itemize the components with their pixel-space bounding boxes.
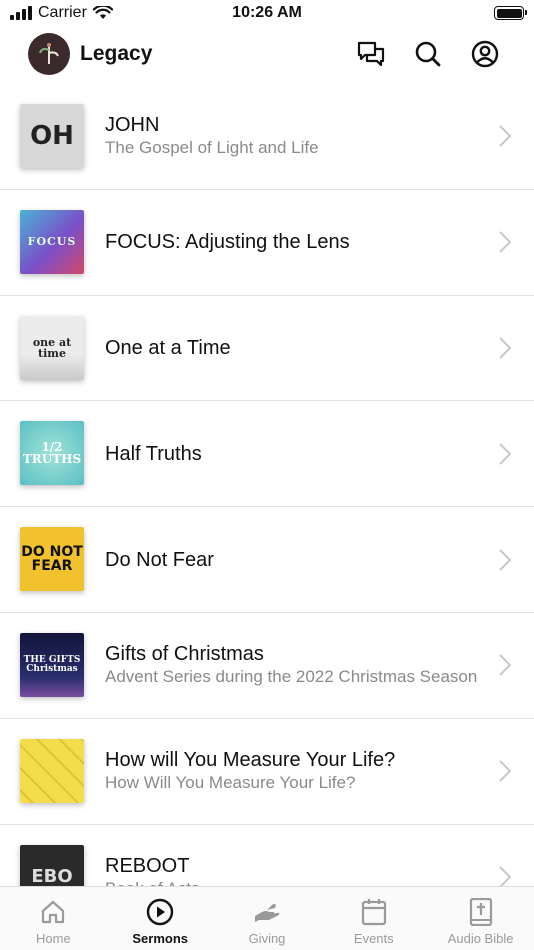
sermon-thumbnail: FOCUS bbox=[20, 209, 84, 274]
calendar-icon bbox=[359, 897, 389, 927]
sermon-title: One at a Time bbox=[105, 336, 231, 359]
app-header: Legacy bbox=[0, 28, 534, 84]
thumbnail-text: one at time bbox=[32, 335, 72, 360]
sermon-row-measure-your-life[interactable]: How will You Measure Your Life? How Will… bbox=[0, 719, 534, 825]
tab-label: Giving bbox=[248, 931, 286, 946]
battery-icon bbox=[494, 6, 527, 20]
thumbnail-text: OH bbox=[30, 121, 74, 151]
play-circle-icon bbox=[145, 897, 175, 927]
sermon-thumbnail: THE GIFTS Christmas bbox=[20, 632, 84, 697]
search-icon[interactable] bbox=[412, 38, 444, 70]
sermon-title: Do Not Fear bbox=[105, 548, 214, 571]
sermon-thumbnail bbox=[20, 738, 84, 803]
sermon-thumbnail: EBO bbox=[20, 844, 84, 886]
chat-icon[interactable] bbox=[355, 38, 387, 70]
sermon-subtitle: Advent Series during the 2022 Christmas … bbox=[105, 667, 478, 687]
sermon-subtitle: How Will You Measure Your Life? bbox=[105, 773, 356, 793]
sermon-thumbnail: OH bbox=[20, 104, 84, 168]
logo-icon bbox=[39, 43, 59, 64]
tab-label: Audio Bible bbox=[447, 931, 514, 946]
tab-events[interactable]: Events bbox=[320, 887, 427, 950]
tab-sermons[interactable]: Sermons bbox=[107, 887, 214, 950]
thumbnail-text: 1/2 TRUTHS bbox=[22, 440, 82, 467]
thumbnail-text: DO NOT FEAR bbox=[21, 544, 83, 575]
sermon-row-john[interactable]: OH JOHN The Gospel of Light and Life bbox=[0, 84, 534, 190]
sermon-title: JOHN bbox=[105, 114, 160, 137]
tab-label: Sermons bbox=[132, 931, 189, 946]
sermon-row-focus[interactable]: FOCUS FOCUS: Adjusting the Lens bbox=[0, 190, 534, 296]
tab-label: Home bbox=[36, 931, 71, 946]
sermon-thumbnail: 1/2 TRUTHS bbox=[20, 421, 84, 486]
home-icon bbox=[38, 897, 68, 927]
chevron-right-icon bbox=[499, 866, 512, 886]
status-time: 10:26 AM bbox=[232, 4, 302, 21]
thumbnail-text: THE GIFTS Christmas bbox=[23, 654, 81, 674]
sermon-title: FOCUS: Adjusting the Lens bbox=[105, 231, 350, 254]
sermon-title: REBOOT bbox=[105, 854, 190, 877]
sermon-list: OH JOHN The Gospel of Light and Life FOC… bbox=[0, 84, 534, 886]
giving-hand-icon bbox=[252, 897, 282, 927]
chevron-right-icon bbox=[499, 548, 512, 571]
sermon-thumbnail: one at time bbox=[20, 315, 84, 380]
tab-label: Events bbox=[353, 931, 394, 946]
chevron-right-icon bbox=[499, 760, 512, 782]
sermon-row-half-truths[interactable]: 1/2 TRUTHS Half Truths bbox=[0, 401, 534, 508]
church-logo-avatar[interactable] bbox=[28, 33, 70, 75]
tab-giving[interactable]: Giving bbox=[214, 887, 321, 950]
tab-audio-bible[interactable]: Audio Bible bbox=[427, 887, 534, 950]
sermon-subtitle: The Gospel of Light and Life bbox=[105, 138, 319, 158]
thumbnail-text: EBO bbox=[31, 865, 73, 886]
sermon-thumbnail: DO NOT FEAR bbox=[20, 527, 84, 592]
account-icon[interactable] bbox=[469, 38, 501, 70]
tab-home[interactable]: Home bbox=[0, 887, 107, 950]
sermon-row-one-at-a-time[interactable]: one at time One at a Time bbox=[0, 296, 534, 402]
sermon-row-reboot[interactable]: EBO REBOOT Book of Acts bbox=[0, 825, 534, 886]
chevron-right-icon bbox=[499, 654, 512, 677]
sermon-title: How will You Measure Your Life? bbox=[105, 749, 396, 772]
app-title: Legacy bbox=[80, 42, 153, 65]
chevron-right-icon bbox=[499, 443, 512, 465]
bible-icon bbox=[466, 897, 496, 927]
sermon-row-gifts-of-christmas[interactable]: THE GIFTS Christmas Gifts of Christmas A… bbox=[0, 613, 534, 719]
chevron-right-icon bbox=[499, 231, 512, 253]
chevron-right-icon bbox=[499, 337, 512, 359]
chevron-right-icon bbox=[499, 125, 512, 148]
thumbnail-text: FOCUS bbox=[27, 235, 77, 249]
sermon-row-do-not-fear[interactable]: DO NOT FEAR Do Not Fear bbox=[0, 507, 534, 613]
sermon-title: Half Truths bbox=[105, 442, 202, 465]
tab-bar: Home Sermons Giving Events Audio Bible bbox=[0, 886, 534, 950]
sermon-subtitle: Book of Acts bbox=[105, 878, 484, 886]
sermon-title: Gifts of Christmas bbox=[105, 643, 264, 666]
status-bar: Carrier 10:26 AM bbox=[0, 0, 534, 28]
